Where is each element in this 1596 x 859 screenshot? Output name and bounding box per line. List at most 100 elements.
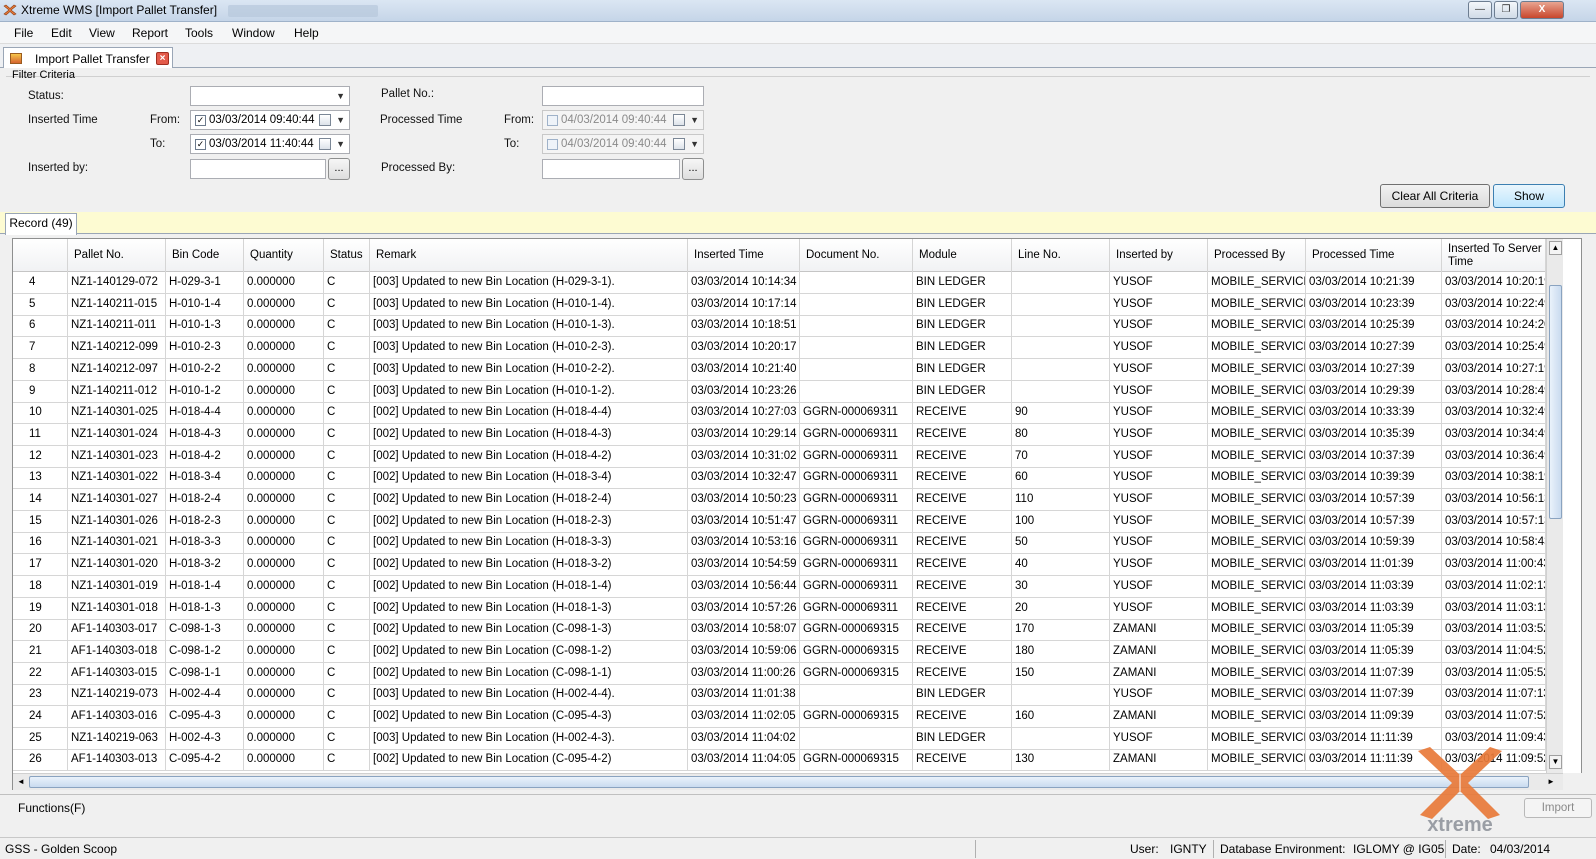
clear-all-criteria-button[interactable]: Clear All Criteria bbox=[1380, 184, 1490, 208]
chevron-down-icon[interactable]: ▼ bbox=[690, 139, 699, 149]
show-button[interactable]: Show bbox=[1493, 184, 1565, 208]
processed-to-checkbox[interactable] bbox=[547, 139, 558, 150]
column-header-processed-by[interactable]: Processed By bbox=[1208, 239, 1306, 272]
table-row[interactable]: 11 NZ1-140301-024 H-018-4-3 0.000000 C [002] … bbox=[13, 423, 1546, 446]
close-tab-icon[interactable]: × bbox=[156, 52, 169, 65]
pallet-no-input[interactable] bbox=[542, 86, 704, 106]
table-row[interactable]: 24 AF1-140303-016 C-095-4-3 0.000000 C [002] … bbox=[13, 706, 1546, 728]
import-button[interactable]: Import bbox=[1524, 798, 1592, 818]
column-header-row-number[interactable] bbox=[13, 239, 68, 272]
chevron-down-icon[interactable]: ▼ bbox=[336, 139, 345, 149]
table-row[interactable]: 19 NZ1-140301-018 H-018-1-3 0.000000 C [002] … bbox=[13, 597, 1546, 620]
calendar-icon[interactable] bbox=[319, 114, 331, 126]
scroll-left-icon[interactable]: ◄ bbox=[15, 776, 27, 788]
table-row[interactable]: 6 NZ1-140211-011 H-010-1-3 0.000000 C [003] U… bbox=[13, 315, 1546, 338]
table-row[interactable]: 7 NZ1-140212-099 H-010-2-3 0.000000 C [003] U… bbox=[13, 337, 1546, 360]
column-header-quantity[interactable]: Quantity bbox=[244, 239, 324, 272]
table-row[interactable]: 21 AF1-140303-018 C-098-1-2 0.000000 C [002] … bbox=[13, 640, 1546, 663]
column-header-line-no[interactable]: Line No. bbox=[1012, 239, 1110, 272]
processed-from-datepicker[interactable]: 04/03/2014 09:40:44 ▼ bbox=[542, 110, 704, 130]
records-grid[interactable]: Pallet No. Bin Code Quantity Status Remark In… bbox=[12, 238, 1582, 790]
table-row[interactable]: 22 AF1-140303-015 C-098-1-1 0.000000 C [002] … bbox=[13, 662, 1546, 685]
cell-module: BIN LEDGER bbox=[913, 684, 1012, 707]
column-header-processed-time[interactable]: Processed Time bbox=[1306, 239, 1442, 272]
table-row[interactable]: 18 NZ1-140301-019 H-018-1-4 0.000000 C [002] … bbox=[13, 575, 1546, 598]
table-row[interactable]: 15 NZ1-140301-026 H-018-2-3 0.000000 C [002] … bbox=[13, 510, 1546, 533]
menu-window[interactable]: Window bbox=[232, 26, 275, 40]
close-window-button[interactable]: X bbox=[1520, 1, 1564, 19]
cell-remark: [002] Updated to new Bin Location (C-098… bbox=[370, 619, 688, 642]
status-select[interactable]: ▼ bbox=[190, 86, 350, 106]
calendar-icon[interactable] bbox=[673, 114, 685, 126]
table-row[interactable]: 9 NZ1-140211-012 H-010-1-2 0.000000 C [003] U… bbox=[13, 380, 1546, 403]
processed-from-checkbox[interactable] bbox=[547, 115, 558, 126]
functions-label[interactable]: Functions(F) bbox=[18, 801, 85, 815]
cell-processed-by: MOBILE_SERVICE bbox=[1208, 684, 1306, 707]
tab-import-pallet-transfer[interactable]: Import Pallet Transfer × bbox=[3, 47, 173, 69]
menu-help[interactable]: Help bbox=[294, 26, 319, 40]
cell-remark: [002] Updated to new Bin Location (H-018… bbox=[370, 575, 688, 598]
column-header-inserted-to-server-time[interactable]: Inserted To Server Time bbox=[1442, 239, 1546, 272]
scroll-right-icon[interactable]: ► bbox=[1545, 776, 1557, 788]
menu-view[interactable]: View bbox=[89, 26, 115, 40]
inserted-to-datepicker[interactable]: ✓ 03/03/2014 11:40:44 ▼ bbox=[190, 134, 350, 154]
table-row[interactable]: 4 NZ1-140129-072 H-029-3-1 0.000000 C [003] U… bbox=[13, 272, 1546, 294]
table-row[interactable]: 13 NZ1-140301-022 H-018-3-4 0.000000 C [002] … bbox=[13, 467, 1546, 490]
menu-tools[interactable]: Tools bbox=[185, 26, 213, 40]
horizontal-scrollbar[interactable]: ◄ ► bbox=[13, 773, 1563, 790]
table-row[interactable]: 17 NZ1-140301-020 H-018-3-2 0.000000 C [002] … bbox=[13, 554, 1546, 577]
column-header-inserted-by[interactable]: Inserted by bbox=[1110, 239, 1208, 272]
cell-line-no: 80 bbox=[1012, 423, 1110, 446]
chevron-down-icon[interactable]: ▼ bbox=[336, 115, 345, 125]
maximize-button[interactable]: ❐ bbox=[1494, 1, 1518, 19]
company-name: GSS - Golden Scoop bbox=[5, 842, 118, 856]
column-header-document-no[interactable]: Document No. bbox=[800, 239, 913, 272]
functions-bar: Functions(F) Import bbox=[0, 794, 1596, 820]
scroll-up-icon[interactable]: ▲ bbox=[1549, 241, 1562, 255]
table-row[interactable]: 14 NZ1-140301-027 H-018-2-4 0.000000 C [002] … bbox=[13, 489, 1546, 511]
inserted-by-lookup-button[interactable]: ... bbox=[328, 158, 350, 180]
column-header-pallet-no[interactable]: Pallet No. bbox=[68, 239, 166, 272]
column-header-status[interactable]: Status bbox=[324, 239, 370, 272]
processed-to-datepicker[interactable]: 04/03/2014 09:40:44 ▼ bbox=[542, 134, 704, 154]
inserted-from-checkbox[interactable]: ✓ bbox=[195, 115, 206, 126]
table-row[interactable]: 20 AF1-140303-017 C-098-1-3 0.000000 C [002] … bbox=[13, 619, 1546, 642]
table-row[interactable]: 8 NZ1-140212-097 H-010-2-2 0.000000 C [003] U… bbox=[13, 358, 1546, 381]
table-row[interactable]: 5 NZ1-140211-015 H-010-1-4 0.000000 C [003] U… bbox=[13, 293, 1546, 316]
table-row[interactable]: 10 NZ1-140301-025 H-018-4-4 0.000000 C [002] … bbox=[13, 402, 1546, 425]
table-row[interactable]: 26 AF1-140303-013 C-095-4-2 0.000000 C [002] … bbox=[13, 749, 1546, 772]
column-header-remark[interactable]: Remark bbox=[370, 239, 688, 272]
column-header-module[interactable]: Module bbox=[913, 239, 1012, 272]
vertical-scroll-thumb[interactable] bbox=[1549, 285, 1562, 519]
background-window-ghost bbox=[228, 5, 378, 17]
menu-file[interactable]: File bbox=[14, 26, 33, 40]
processed-to-value: 04/03/2014 09:40:44 bbox=[561, 138, 667, 150]
inserted-from-datepicker[interactable]: ✓ 03/03/2014 09:40:44 ▼ bbox=[190, 110, 350, 130]
cell-line-no bbox=[1012, 727, 1110, 750]
processed-by-input[interactable] bbox=[542, 159, 680, 179]
processed-by-lookup-button[interactable]: ... bbox=[682, 158, 704, 180]
cell-inserted-time: 03/03/2014 10:20:17 bbox=[688, 337, 800, 360]
menu-report[interactable]: Report bbox=[132, 26, 168, 40]
scroll-down-icon[interactable]: ▼ bbox=[1549, 755, 1562, 769]
inserted-to-checkbox[interactable]: ✓ bbox=[195, 139, 206, 150]
cell-document-no: GGRN-000069311 bbox=[800, 402, 913, 425]
cell-inserted-to-server-time: 03/03/2014 11:03:13 bbox=[1442, 597, 1546, 620]
vertical-scrollbar[interactable]: ▲ ▼ bbox=[1546, 239, 1563, 773]
column-header-bin-code[interactable]: Bin Code bbox=[166, 239, 244, 272]
minimize-button[interactable]: — bbox=[1468, 1, 1492, 19]
tab-record[interactable]: Record (49) bbox=[5, 213, 77, 235]
menu-edit[interactable]: Edit bbox=[51, 26, 72, 40]
table-row[interactable]: 12 NZ1-140301-023 H-018-4-2 0.000000 C [002] … bbox=[13, 445, 1546, 468]
calendar-icon[interactable] bbox=[673, 138, 685, 150]
table-row[interactable]: 25 NZ1-140219-063 H-002-4-3 0.000000 C [003] … bbox=[13, 727, 1546, 750]
inserted-by-input[interactable] bbox=[190, 159, 326, 179]
cell-pallet-no: AF1-140303-018 bbox=[68, 640, 166, 663]
chevron-down-icon[interactable]: ▼ bbox=[690, 115, 699, 125]
table-row[interactable]: 16 NZ1-140301-021 H-018-3-3 0.000000 C [002] … bbox=[13, 532, 1546, 555]
cell-quantity: 0.000000 bbox=[244, 706, 324, 728]
horizontal-scroll-thumb[interactable] bbox=[29, 776, 1529, 788]
calendar-icon[interactable] bbox=[319, 138, 331, 150]
table-row[interactable]: 23 NZ1-140219-073 H-002-4-4 0.000000 C [003] … bbox=[13, 684, 1546, 707]
column-header-inserted-time[interactable]: Inserted Time bbox=[688, 239, 800, 272]
